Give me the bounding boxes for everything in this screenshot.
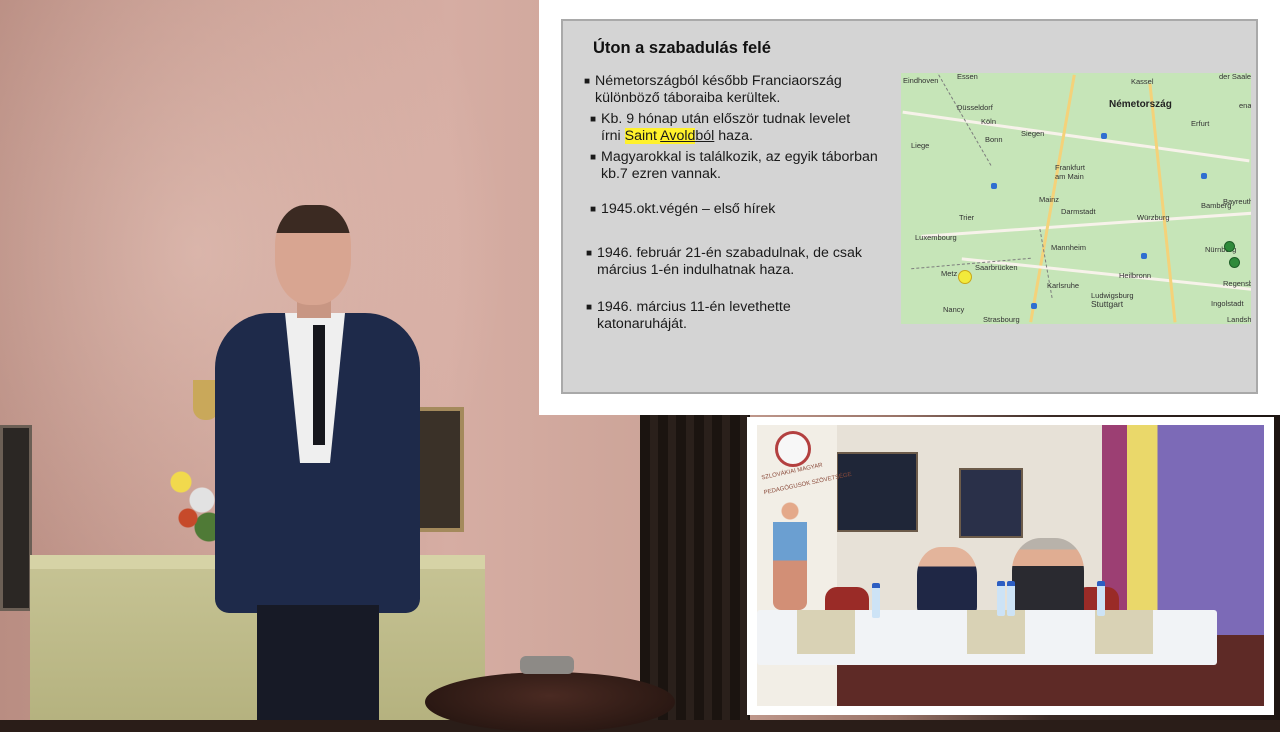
chair	[825, 587, 869, 612]
city-label: Heilbronn	[1119, 271, 1152, 280]
banner-illustration	[773, 500, 807, 610]
highway-shield-icon	[1101, 133, 1107, 139]
location-marker-icon	[958, 270, 972, 284]
bullet-4: ■ 1945.okt.végén – első hírek	[590, 201, 921, 218]
highway-shield-icon	[1141, 253, 1147, 259]
city-label: Siegen	[1021, 129, 1045, 138]
city-label: ena	[1239, 101, 1251, 110]
map-pin-icon	[1224, 241, 1235, 252]
city-label: Regensburg	[1223, 279, 1251, 288]
bullet-5: ■ 1946. február 21-én szabadulnak, de cs…	[586, 245, 897, 279]
city-label: Metz	[941, 269, 958, 278]
trousers	[257, 605, 379, 720]
bullet-marker: ■	[586, 248, 593, 259]
bullet-6: ■ 1946. március 11-én levethette katonar…	[586, 299, 837, 333]
city-label: Kassel	[1131, 77, 1154, 86]
bullet-1: ■ Németországból később Franciaország kü…	[584, 73, 895, 107]
city-label: Luxembourg	[915, 233, 957, 242]
bullet-text: Németországból később Franciaország külö…	[595, 73, 842, 106]
water-bottle	[1097, 581, 1105, 616]
water-bottle	[1007, 581, 1015, 616]
city-label: Mainz	[1039, 195, 1060, 204]
panel-table	[757, 610, 1217, 665]
city-label: Ingolstadt	[1211, 299, 1244, 308]
slide-title: Úton a szabadulás felé	[593, 39, 771, 57]
table-runner	[1095, 610, 1153, 654]
highlight-saint: Saint	[624, 128, 661, 144]
bullet-marker: ■	[590, 152, 597, 163]
bullet-text-end: haza.	[714, 128, 753, 144]
city-label: Bonn	[985, 135, 1003, 144]
city-label: Karlsruhe	[1047, 281, 1080, 290]
water-bottle	[997, 581, 1005, 616]
water-bottle	[872, 583, 880, 618]
head	[275, 205, 351, 305]
city-label: Erfurt	[1191, 119, 1210, 128]
city-label: Darmstadt	[1061, 207, 1096, 216]
highlight-avold: Avold	[660, 128, 696, 144]
bullet-text: Magyarokkal is találkozik, az egyik tábo…	[601, 149, 878, 182]
highway-shield-icon	[1201, 173, 1207, 179]
inset-camera-view: SZLOVÁKIAI MAGYAR PEDAGÓGUSOK SZÖVETSÉGE	[757, 425, 1264, 706]
city-label: der Saale	[1219, 73, 1251, 81]
black-tie	[313, 325, 325, 445]
bullet-marker: ■	[590, 114, 597, 125]
map-pin-icon	[1229, 257, 1240, 268]
map-image: Németország Eindhoven Essen Düsseldorf K…	[901, 73, 1251, 324]
city-label: Landsh	[1227, 315, 1251, 324]
city-label: Strasbourg	[983, 315, 1020, 324]
round-stand	[425, 672, 675, 732]
microphone-base	[520, 656, 574, 674]
association-logo	[775, 431, 811, 467]
student-speaker	[215, 205, 425, 720]
city-label: Bayreuth	[1223, 197, 1251, 206]
highway-shield-icon	[1031, 303, 1037, 309]
table-runner	[967, 610, 1025, 654]
bullet-3: ■ Magyarokkal is találkozik, az egyik tá…	[590, 149, 901, 183]
city-label: Eindhoven	[903, 76, 939, 85]
highway-shield-icon	[991, 183, 997, 189]
city-label: Trier	[959, 213, 975, 222]
bullet-text: 1946. március 11-én levethette katonaruh…	[597, 299, 791, 332]
bullet-text: 1945.okt.végén – első hírek	[601, 201, 776, 217]
seated-woman-left	[917, 547, 977, 617]
bullet-text: 1946. február 21-én szabadulnak, de csak…	[597, 245, 863, 278]
country-label: Németország	[1109, 99, 1172, 110]
city-label: Nancy	[943, 305, 965, 314]
table-runner	[797, 610, 855, 654]
city-label: Frankfurt am Main	[1055, 163, 1086, 181]
city-label: Würzburg	[1137, 213, 1170, 222]
underlined-suffix: ból	[695, 128, 715, 144]
inset-framed-picture	[836, 452, 918, 532]
bullet-marker: ■	[584, 76, 591, 87]
city-label: Essen	[957, 73, 978, 81]
road	[1148, 83, 1177, 323]
presentation-slide: Úton a szabadulás felé ■ Németországból …	[561, 19, 1258, 394]
seated-woman-right	[1012, 538, 1084, 620]
inset-framed-picture	[959, 468, 1023, 538]
city-label: Stuttgart	[1091, 299, 1124, 309]
city-label: Köln	[981, 117, 997, 126]
city-label: Mannheim	[1051, 243, 1087, 252]
city-label: Saarbrücken	[975, 263, 1018, 272]
framed-picture-left	[0, 425, 32, 611]
bullet-marker: ■	[586, 302, 593, 313]
bullet-marker: ■	[590, 204, 597, 215]
city-label: Düsseldorf	[957, 103, 993, 112]
dark-curtain	[640, 400, 750, 720]
bullet-2: ■ Kb. 9 hónap után először tudnak levele…	[590, 111, 861, 145]
city-label: Liege	[911, 141, 930, 150]
